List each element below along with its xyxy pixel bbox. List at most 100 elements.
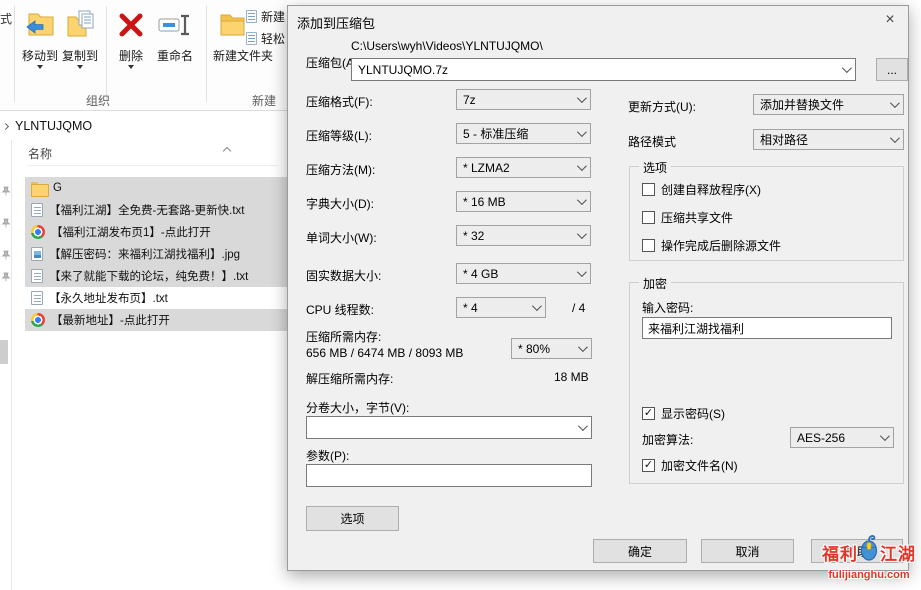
memory-percent-combobox[interactable]: * 80%: [511, 338, 592, 359]
nav-scrollbar-thumb[interactable]: [0, 340, 8, 364]
breadcrumb-folder[interactable]: YLNTUJQMO: [15, 119, 92, 133]
column-header-name[interactable]: 名称: [28, 142, 278, 166]
easy-access-button[interactable]: 轻松: [246, 30, 285, 47]
clipped-ribbon-label: 式: [0, 10, 12, 27]
chevron-down-icon: [128, 65, 134, 69]
pin-icon: [1, 250, 11, 260]
chevron-down-icon: [890, 98, 900, 108]
checkbox-show-password[interactable]: ✓ 显示密码(S): [642, 405, 725, 422]
copy-to-button[interactable]: 复制到: [62, 8, 98, 69]
checkbox-checked-icon: ✓: [642, 407, 655, 420]
browse-button[interactable]: ...: [876, 58, 908, 81]
chevron-down-icon: [77, 65, 83, 69]
breadcrumb[interactable]: YLNTUJQMO: [0, 112, 287, 140]
rename-button[interactable]: 重命名: [155, 8, 195, 63]
password-input[interactable]: [642, 317, 892, 339]
parameters-input[interactable]: [306, 464, 592, 487]
file-name: 【解压密码：来福利江湖找福利】.jpg: [49, 246, 240, 262]
checkbox-compress-shared[interactable]: 压缩共享文件: [642, 209, 733, 226]
file-row[interactable]: 【永久地址发布页】.txt: [25, 287, 287, 309]
options-button[interactable]: 选项: [306, 506, 399, 531]
file-name: 【福利江湖】全免费-无套路-更新快.txt: [49, 202, 245, 218]
format-value: 7z: [463, 93, 476, 107]
file-list: 名称 G 【福利江湖】全免费-无套路-更新快.txt 【福利江湖发布页1】-点此…: [12, 140, 287, 590]
volume-size-label: 分卷大小，字节(V):: [306, 399, 409, 416]
checkbox-checked-icon: ✓: [642, 459, 655, 472]
text-file-icon: [31, 203, 43, 217]
cpu-threads-combobox[interactable]: * 4: [456, 297, 546, 318]
chevron-down-icon: [890, 133, 900, 143]
dictionary-value: * 16 MB: [463, 195, 506, 209]
encryption-algorithm-value: AES-256: [797, 431, 845, 445]
encryption-algorithm-combobox[interactable]: AES-256: [790, 427, 894, 448]
method-value: * LZMA2: [463, 161, 510, 175]
delete-button[interactable]: 删除: [114, 8, 148, 69]
checkbox-encrypt-filenames[interactable]: ✓ 加密文件名(N): [642, 457, 738, 474]
close-icon[interactable]: ×: [878, 9, 902, 31]
column-header-label: 名称: [28, 145, 52, 162]
format-label: 压缩格式(F):: [306, 93, 373, 110]
ribbon-divider: [206, 6, 207, 102]
password-label: 输入密码:: [642, 299, 693, 316]
archive-name-value: YLNTUJQMO.7z: [358, 63, 448, 77]
level-value: 5 - 标准压缩: [463, 125, 528, 142]
update-mode-combobox[interactable]: 添加并替换文件: [753, 94, 904, 115]
pin-icon: [1, 186, 11, 196]
sort-ascending-icon: [223, 147, 231, 155]
chevron-down-icon: [880, 431, 890, 441]
decompress-memory-value: 18 MB: [554, 370, 589, 384]
breadcrumb-chevron-icon: [2, 122, 9, 129]
checkbox-create-sfx[interactable]: 创建自释放程序(X): [642, 181, 761, 198]
volume-size-combobox[interactable]: [306, 416, 592, 439]
move-to-label: 移动到: [22, 50, 58, 63]
help-button[interactable]: 帮助: [811, 539, 903, 563]
ribbon-group-organize: 组织: [86, 92, 110, 109]
cancel-button[interactable]: 取消: [701, 539, 794, 563]
checkbox-label: 压缩共享文件: [661, 209, 733, 226]
chevron-down-icon: [578, 421, 588, 431]
file-row[interactable]: 【解压密码：来福利江湖找福利】.jpg: [25, 243, 287, 265]
chevron-down-icon: [577, 195, 587, 205]
file-row[interactable]: G: [25, 177, 287, 199]
options-group-title: 选项: [639, 159, 671, 176]
file-row[interactable]: 【福利江湖发布页1】-点此打开: [25, 221, 287, 243]
checkbox-icon: [642, 183, 655, 196]
archive-name-combobox[interactable]: YLNTUJQMO.7z: [351, 58, 856, 81]
file-name: 【福利江湖发布页1】-点此打开: [51, 224, 211, 240]
word-size-combobox[interactable]: * 32: [456, 225, 591, 246]
dictionary-combobox[interactable]: * 16 MB: [456, 191, 591, 212]
rename-label: 重命名: [157, 50, 193, 63]
file-row[interactable]: 【来了就能下载的论坛，纯免费！】.txt: [25, 265, 287, 287]
ok-button[interactable]: 确定: [593, 539, 687, 563]
chevron-down-icon: [37, 65, 43, 69]
chevron-down-icon: [577, 161, 587, 171]
decompress-memory-label: 解压缩所需内存:: [306, 370, 393, 387]
solid-size-combobox[interactable]: * 4 GB: [456, 263, 591, 284]
move-to-button[interactable]: 移动到: [22, 8, 58, 69]
level-combobox[interactable]: 5 - 标准压缩: [456, 123, 591, 144]
method-label: 压缩方法(M):: [306, 161, 375, 178]
file-row[interactable]: 【福利江湖】全免费-无套路-更新快.txt: [25, 199, 287, 221]
easy-access-icon: [246, 32, 257, 45]
copy-to-icon: [63, 8, 97, 47]
format-combobox[interactable]: 7z: [456, 89, 591, 110]
method-combobox[interactable]: * LZMA2: [456, 157, 591, 178]
checkbox-delete-after[interactable]: 操作完成后删除源文件: [642, 237, 781, 254]
delete-x-icon: [114, 8, 148, 47]
file-row[interactable]: 【最新地址】-点此打开: [25, 309, 287, 331]
level-label: 压缩等级(L):: [306, 127, 372, 144]
path-mode-combobox[interactable]: 相对路径: [753, 129, 904, 150]
memory-percent-value: * 80%: [518, 342, 550, 356]
checkbox-label: 显示密码(S): [661, 405, 725, 422]
explorer-ribbon: 式 移动到 复制到: [0, 0, 287, 111]
new-item-button[interactable]: 新建: [246, 8, 285, 25]
path-mode-value: 相对路径: [760, 131, 808, 148]
text-file-icon: [31, 291, 43, 305]
delete-label: 删除: [119, 50, 143, 63]
file-name: 【最新地址】-点此打开: [51, 312, 170, 328]
ribbon-divider: [14, 6, 15, 102]
pin-icon: [1, 218, 11, 228]
chevron-down-icon: [577, 93, 587, 103]
dialog-title: 添加到压缩包: [297, 13, 375, 32]
text-file-icon: [31, 269, 43, 283]
